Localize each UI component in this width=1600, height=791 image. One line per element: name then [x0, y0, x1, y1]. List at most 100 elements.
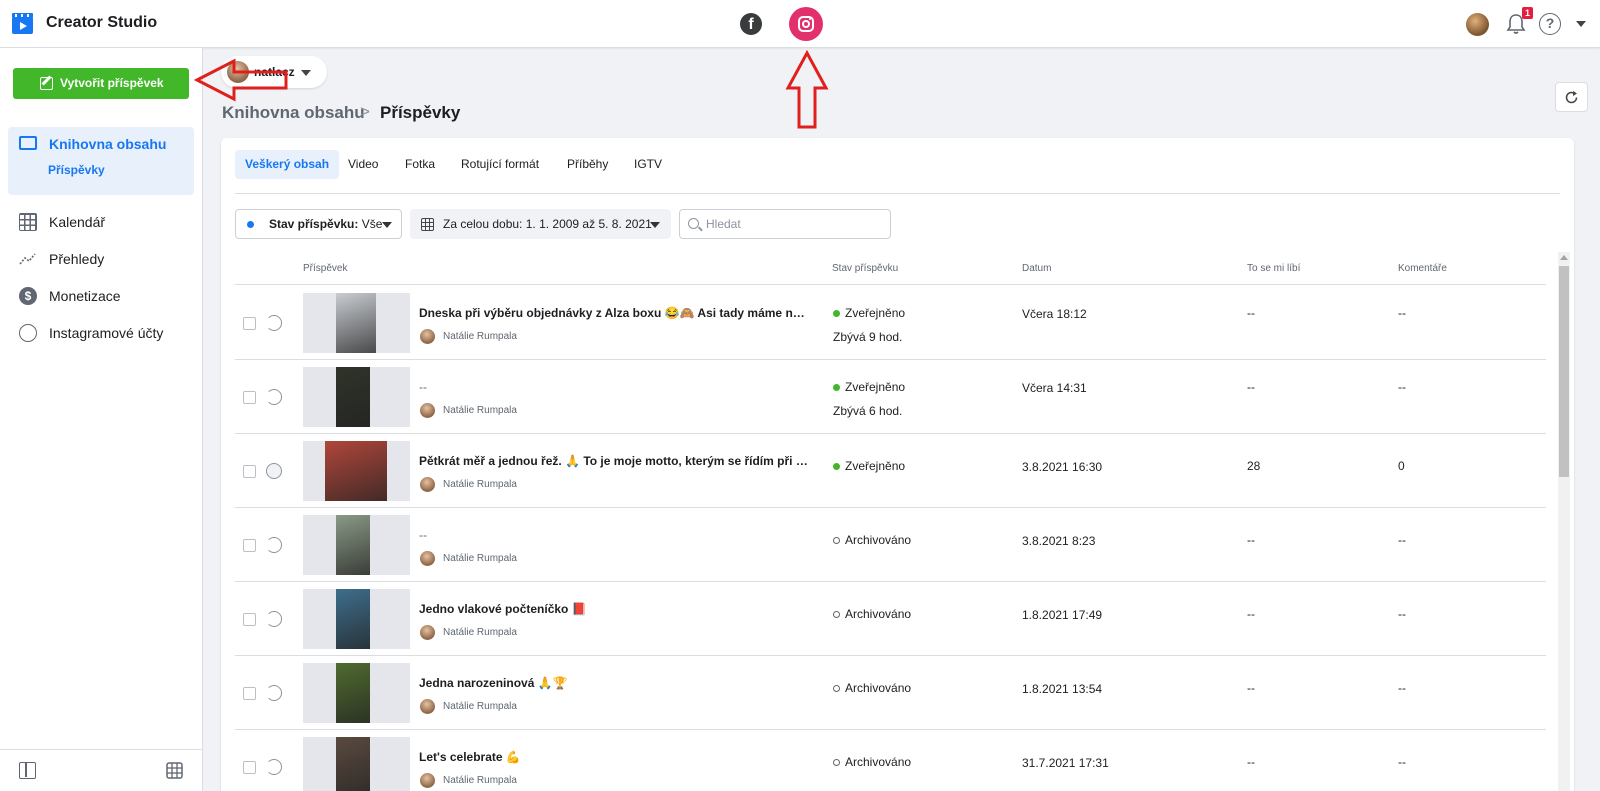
- table-row[interactable]: -- Natálie Rumpala Zveřejněno Zbývá 6 ho…: [235, 360, 1546, 434]
- refresh-button[interactable]: [1555, 82, 1588, 112]
- scroll-up-icon: [1560, 255, 1568, 260]
- tab-carousel[interactable]: Rotující formát: [451, 150, 549, 179]
- status-filter-value: Vše: [361, 217, 383, 231]
- table-scrollbar[interactable]: [1558, 252, 1570, 791]
- sidebar-item-calendar[interactable]: Kalendář: [8, 204, 194, 238]
- post-date: 3.8.2021 16:30: [1022, 460, 1103, 474]
- search-icon: [688, 218, 699, 229]
- post-comments: --: [1398, 607, 1406, 621]
- sidebar-subitem-posts[interactable]: Příspěvky: [48, 163, 105, 177]
- sidebar-item-instagram-accounts[interactable]: Instagramové účty: [8, 315, 194, 349]
- status-indicator: [833, 537, 840, 544]
- post-status: Archivováno: [845, 533, 912, 547]
- post-thumbnail[interactable]: [325, 441, 387, 501]
- dollar-icon: $: [19, 287, 37, 305]
- post-date: 1.8.2021 13:54: [1022, 682, 1103, 696]
- status-indicator: [833, 685, 840, 692]
- column-comments[interactable]: Komentáře: [1398, 263, 1447, 274]
- story-icon: [266, 537, 282, 553]
- post-likes: --: [1247, 681, 1255, 695]
- post-likes: --: [1247, 533, 1255, 547]
- table-row[interactable]: Jedno vlakové počteníčko 📕 Natálie Rumpa…: [235, 582, 1546, 656]
- sidebar-item-content-library[interactable]: Knihovna obsahu Příspěvky: [8, 127, 194, 195]
- post-title[interactable]: Pětkrát měř a jednou řež. 🙏 To je moje m…: [419, 454, 809, 468]
- create-post-label: Vytvořit příspěvek: [60, 76, 164, 90]
- tab-video[interactable]: Video: [338, 150, 388, 179]
- content-library-card: Veškerý obsah Video Fotka Rotující formá…: [221, 138, 1574, 791]
- sidebar-item-insights[interactable]: Přehledy: [8, 241, 194, 275]
- library-icon: [19, 136, 37, 150]
- collapse-sidebar-icon[interactable]: [19, 762, 36, 779]
- post-title[interactable]: --: [419, 380, 809, 394]
- post-date: Včera 14:31: [1022, 381, 1087, 395]
- post-thumbnail[interactable]: [336, 737, 370, 791]
- table-row[interactable]: -- Natálie Rumpala Archivováno 3.8.2021 …: [235, 508, 1546, 582]
- post-author: Natálie Rumpala: [443, 775, 517, 786]
- post-title[interactable]: Jedno vlakové počteníčko 📕: [419, 602, 809, 616]
- app-title: Creator Studio: [46, 14, 158, 31]
- row-checkbox[interactable]: [243, 687, 256, 700]
- table-row[interactable]: Dneska při výběru objednávky z Alza boxu…: [235, 286, 1546, 360]
- row-checkbox[interactable]: [243, 391, 256, 404]
- tab-stories[interactable]: Příběhy: [557, 150, 618, 179]
- post-author: Natálie Rumpala: [443, 405, 517, 416]
- post-thumbnail[interactable]: [336, 367, 370, 427]
- instagram-icon[interactable]: [789, 7, 823, 41]
- post-status: Archivováno: [845, 681, 912, 695]
- sidebar-item-label: Přehledy: [49, 251, 105, 267]
- breadcrumb-parent[interactable]: Knihovna obsahu: [222, 103, 365, 123]
- chevron-down-icon[interactable]: [1576, 21, 1586, 27]
- post-author: Natálie Rumpala: [443, 553, 517, 564]
- avatar[interactable]: [1466, 13, 1489, 36]
- post-title[interactable]: Let's celebrate 💪: [419, 750, 809, 764]
- column-likes[interactable]: To se mi líbí: [1247, 263, 1300, 274]
- facebook-icon[interactable]: f: [740, 13, 762, 35]
- post-thumbnail[interactable]: [336, 589, 370, 649]
- post-status: Zveřejněno: [845, 306, 906, 320]
- column-post[interactable]: Příspěvek: [303, 263, 347, 274]
- account-settings-icon: [19, 324, 37, 342]
- post-likes: --: [1247, 306, 1255, 320]
- post-title[interactable]: Dneska při výběru objednávky z Alza boxu…: [419, 306, 809, 320]
- time-remaining: Zbývá 9 hod.: [833, 330, 903, 344]
- sidebar-item-label: Knihovna obsahu: [49, 136, 167, 152]
- creator-studio-logo[interactable]: [12, 13, 33, 34]
- photo-icon: [266, 463, 282, 479]
- post-title[interactable]: Jedna narozeninová 🙏🏆: [419, 676, 809, 690]
- post-title[interactable]: --: [419, 528, 809, 542]
- time-remaining: Zbývá 6 hod.: [833, 404, 903, 418]
- breadcrumb-separator: >: [360, 102, 370, 121]
- create-post-button[interactable]: Vytvořit příspěvek: [13, 68, 189, 99]
- row-checkbox[interactable]: [243, 761, 256, 774]
- search-input[interactable]: [706, 214, 886, 234]
- tab-photo[interactable]: Fotka: [395, 150, 445, 179]
- post-thumbnail[interactable]: [336, 663, 370, 723]
- row-checkbox[interactable]: [243, 613, 256, 626]
- author-avatar: [420, 403, 435, 418]
- table-view-icon[interactable]: [166, 762, 183, 779]
- story-icon: [266, 759, 282, 775]
- post-comments: --: [1398, 533, 1406, 547]
- column-status[interactable]: Stav příspěvku: [832, 263, 898, 274]
- table-row[interactable]: Jedna narozeninová 🙏🏆 Natálie Rumpala Ar…: [235, 656, 1546, 730]
- tab-igtv[interactable]: IGTV: [624, 150, 672, 179]
- sidebar-item-monetization[interactable]: $ Monetizace: [8, 278, 194, 312]
- column-date[interactable]: Datum: [1022, 263, 1051, 274]
- post-comments: --: [1398, 681, 1406, 695]
- post-thumbnail[interactable]: [336, 515, 370, 575]
- row-checkbox[interactable]: [243, 317, 256, 330]
- status-indicator: [833, 384, 840, 391]
- row-checkbox[interactable]: [243, 539, 256, 552]
- table-row[interactable]: Pětkrát měř a jednou řež. 🙏 To je moje m…: [235, 434, 1546, 508]
- scrollbar-thumb[interactable]: [1559, 266, 1569, 477]
- top-bar: Creator Studio f 1 ?: [0, 0, 1600, 48]
- post-thumbnail[interactable]: [336, 293, 376, 353]
- post-status-filter[interactable]: Stav příspěvku: Vše: [235, 209, 402, 239]
- author-avatar: [420, 551, 435, 566]
- help-icon[interactable]: ?: [1539, 13, 1561, 35]
- table-row[interactable]: Let's celebrate 💪 Natálie Rumpala Archiv…: [235, 730, 1546, 791]
- tab-all-content[interactable]: Veškerý obsah: [235, 150, 340, 179]
- row-checkbox[interactable]: [243, 465, 256, 478]
- insights-icon: [19, 253, 36, 265]
- date-range-filter[interactable]: Za celou dobu: 1. 1. 2009 až 5. 8. 2021: [410, 209, 671, 239]
